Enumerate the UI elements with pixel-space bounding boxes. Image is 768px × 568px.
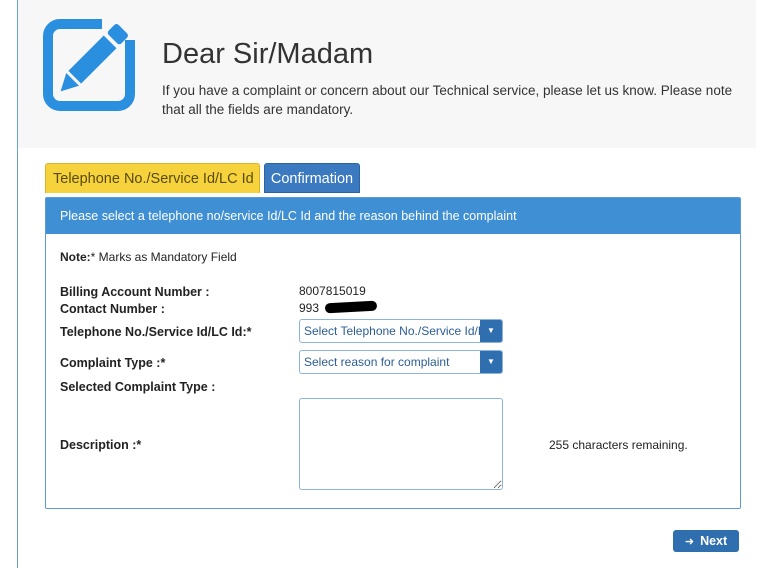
- complaint-form-panel: Please select a telephone no/service Id/…: [45, 197, 741, 509]
- description-label: Description :*: [60, 438, 142, 452]
- note-text: * Marks as Mandatory Field: [90, 250, 237, 264]
- contact-number-label: Contact Number :: [60, 302, 165, 316]
- telephone-select-value: Select Telephone No./Service Id/LC Id: [304, 324, 480, 338]
- edit-form-icon: [42, 14, 162, 114]
- panel-heading: Please select a telephone no/service Id/…: [46, 198, 740, 234]
- tab-confirmation[interactable]: Confirmation: [264, 163, 360, 193]
- billing-account-value: 8007815019: [299, 284, 366, 298]
- note-label: Note:: [60, 250, 91, 264]
- chevron-down-icon[interactable]: ▼: [480, 320, 502, 342]
- intro-text: If you have a complaint or concern about…: [162, 83, 733, 117]
- characters-remaining: 255 characters remaining.: [549, 438, 688, 452]
- telephone-select-label: Telephone No./Service Id/LC Id:*: [60, 325, 252, 339]
- complaint-type-select-value: Select reason for complaint: [304, 355, 450, 369]
- arrow-right-icon: ➜: [684, 536, 695, 548]
- next-button-label: Next: [700, 534, 728, 548]
- tab-telephone-service-id[interactable]: Telephone No./Service Id/LC Id: [45, 163, 260, 193]
- next-button[interactable]: ➜ Next: [673, 530, 739, 552]
- billing-account-label: Billing Account Number :: [60, 285, 210, 299]
- redaction-mark: [324, 300, 378, 314]
- complaint-type-label: Complaint Type :*: [60, 356, 166, 370]
- description-textarea[interactable]: [299, 398, 503, 490]
- selected-complaint-type-label: Selected Complaint Type :: [60, 380, 216, 394]
- contact-number-value: 993: [299, 301, 320, 315]
- telephone-select[interactable]: Select Telephone No./Service Id/LC Id ▼: [299, 319, 503, 343]
- chevron-down-icon[interactable]: ▼: [480, 351, 502, 373]
- page-title: Dear Sir/Madam: [162, 38, 374, 70]
- mandatory-note: Note:* Marks as Mandatory Field: [60, 250, 237, 264]
- complaint-type-select[interactable]: Select reason for complaint ▼: [299, 350, 503, 374]
